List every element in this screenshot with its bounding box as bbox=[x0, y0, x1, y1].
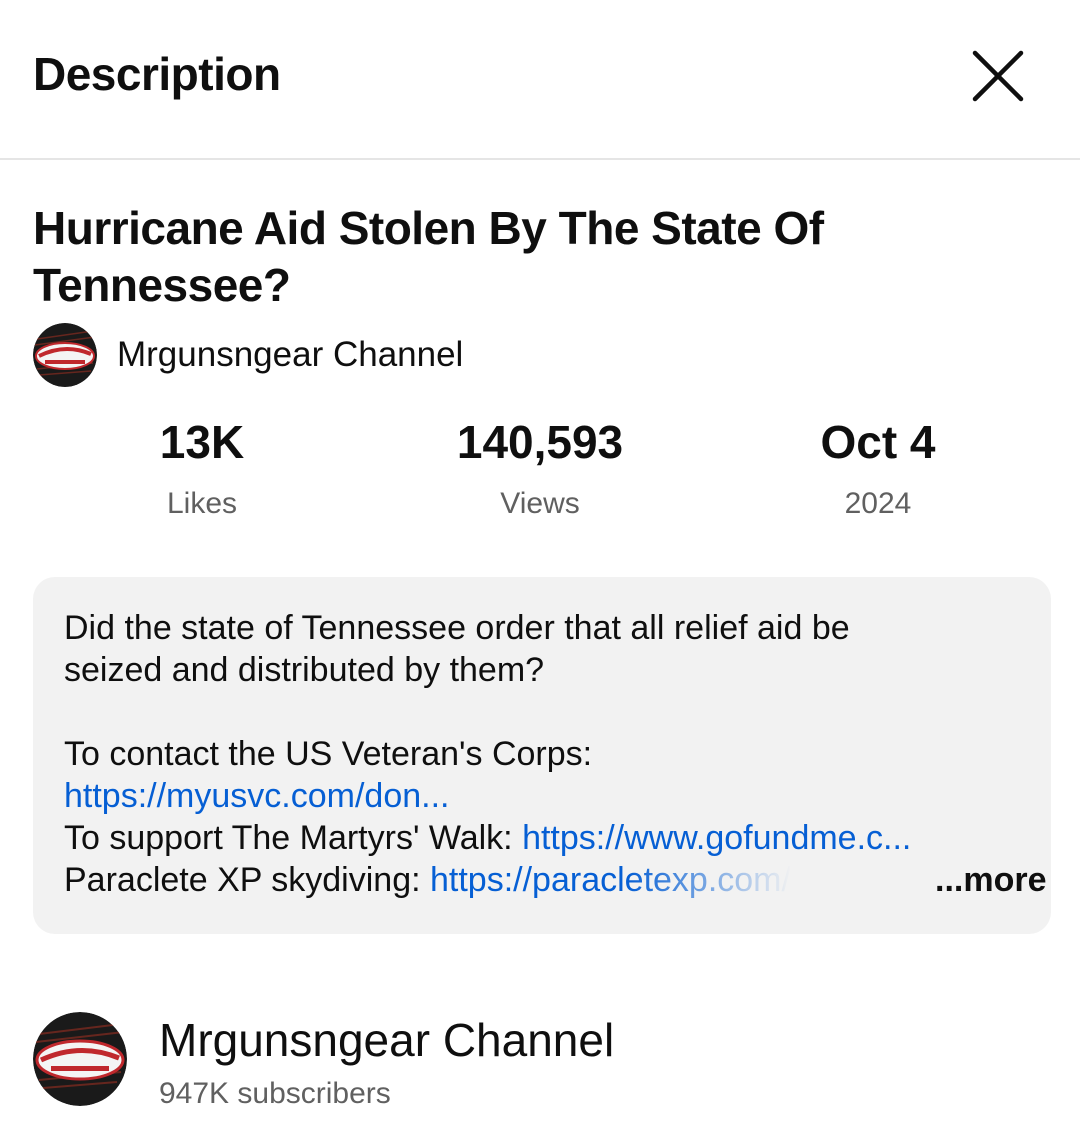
likes-stat: 13K Likes bbox=[33, 410, 371, 534]
date-stat: Oct 4 2024 bbox=[709, 410, 1047, 534]
close-button[interactable] bbox=[966, 44, 1030, 108]
channel-logo-avatar-icon bbox=[33, 323, 97, 387]
show-more-button[interactable]: ...more bbox=[935, 859, 1047, 901]
channel-footer-name[interactable]: Mrgunsngear Channel bbox=[159, 1014, 614, 1066]
description-line: Paraclete XP skydiving: bbox=[64, 861, 430, 899]
description-line: Did the state of Tennessee order that al… bbox=[64, 609, 850, 647]
description-line: seized and distributed by them? bbox=[64, 651, 545, 689]
paraclete-link[interactable]: https://paracletexp.com/ bbox=[430, 859, 791, 901]
panel-title: Description bbox=[33, 48, 281, 100]
gofundme-link[interactable]: https://www.gofundme.c... bbox=[522, 819, 911, 857]
channel-row[interactable]: Mrgunsngear Channel bbox=[33, 322, 463, 388]
description-text: Did the state of Tennessee order that al… bbox=[64, 607, 1024, 901]
channel-avatar-large[interactable] bbox=[33, 1012, 127, 1106]
views-stat: 140,593 Views bbox=[371, 410, 709, 534]
veterans-corps-link[interactable]: https://myusvc.com/don... bbox=[64, 777, 449, 815]
description-line: To support The Martyrs' Walk: bbox=[64, 819, 523, 857]
video-title: Hurricane Aid Stolen By The State Of Ten… bbox=[33, 202, 824, 311]
description-box[interactable]: Did the state of Tennessee order that al… bbox=[33, 577, 1051, 934]
description-header: Description bbox=[0, 0, 1080, 160]
description-line: To contact the US Veteran's Corps: bbox=[64, 735, 593, 773]
video-stats: 13K Likes 140,593 Views Oct 4 2024 bbox=[33, 410, 1047, 530]
channel-avatar[interactable] bbox=[33, 323, 97, 387]
views-count: 140,593 bbox=[456, 416, 624, 468]
close-icon bbox=[972, 50, 1024, 102]
upload-year: 2024 bbox=[844, 487, 912, 520]
upload-date: Oct 4 bbox=[820, 416, 936, 468]
likes-count: 13K bbox=[159, 416, 245, 468]
subscriber-count: 947K subscribers bbox=[159, 1077, 391, 1110]
channel-logo-avatar-icon bbox=[33, 1012, 127, 1106]
views-label: Views bbox=[500, 487, 580, 520]
likes-label: Likes bbox=[166, 487, 238, 520]
channel-name[interactable]: Mrgunsngear Channel bbox=[117, 335, 463, 375]
